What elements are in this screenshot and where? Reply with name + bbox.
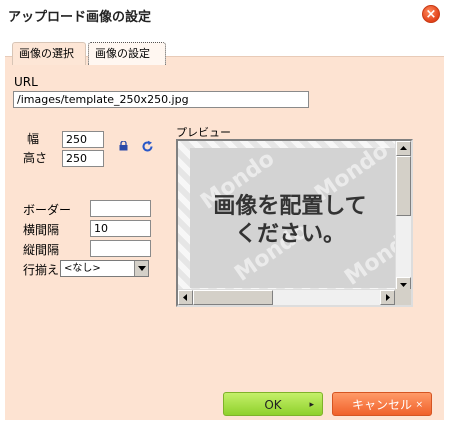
chevron-down-icon[interactable] xyxy=(134,261,148,276)
align-label: 行揃え xyxy=(23,263,60,277)
lock-icon[interactable] xyxy=(119,141,128,151)
placeholder-text: 画像を配置して ください。 xyxy=(178,193,402,249)
cancel-button-label: キャンセル xyxy=(351,398,412,412)
image-preview: Mondo Mondo Mondo Mondo 画像を配置して ください。 xyxy=(176,139,413,307)
vspace-label: 縦間隔 xyxy=(23,243,60,257)
close-icon[interactable]: × xyxy=(422,5,440,23)
scroll-corner xyxy=(395,289,411,305)
close-small-icon: × xyxy=(415,400,423,410)
url-input[interactable] xyxy=(13,91,309,108)
hspace-input[interactable] xyxy=(90,220,151,237)
horizontal-scroll-thumb[interactable] xyxy=(193,290,273,305)
border-label: ボーダー xyxy=(23,203,72,217)
align-select[interactable]: <なし> xyxy=(60,260,149,277)
vertical-scrollbar[interactable] xyxy=(395,141,411,292)
ok-button[interactable]: OK ▸ xyxy=(223,392,323,416)
scroll-left-button[interactable] xyxy=(178,290,193,305)
tab-image-select[interactable]: 画像の選択 xyxy=(12,42,86,65)
tab-image-settings[interactable]: 画像の設定 xyxy=(88,42,166,65)
ok-button-label: OK xyxy=(264,398,282,412)
border-input[interactable] xyxy=(90,200,151,217)
dialog-titlebar: アップロード画像の設定 × xyxy=(0,0,450,30)
width-input[interactable] xyxy=(62,131,104,148)
refresh-icon[interactable] xyxy=(141,140,154,153)
placeholder-line-1: 画像を配置して xyxy=(213,194,367,219)
cancel-button[interactable]: キャンセル × xyxy=(332,392,432,416)
dialog-title: アップロード画像の設定 xyxy=(8,10,152,25)
align-selected-value: <なし> xyxy=(64,263,101,274)
chevron-right-icon: ▸ xyxy=(309,400,314,410)
height-label: 高さ xyxy=(23,151,48,165)
vertical-scroll-thumb[interactable] xyxy=(396,156,411,216)
scroll-up-button[interactable] xyxy=(396,141,411,156)
arrow-right-icon xyxy=(386,294,390,301)
url-label: URL xyxy=(14,75,38,89)
width-label: 幅 xyxy=(27,132,40,146)
arrow-up-icon xyxy=(400,146,407,150)
arrow-left-icon xyxy=(183,294,187,301)
dialog-footer: OK ▸ キャンセル × xyxy=(5,386,444,420)
scroll-right-button[interactable] xyxy=(380,290,395,305)
vspace-input[interactable] xyxy=(90,240,151,257)
placeholder-line-2: ください。 xyxy=(234,222,345,247)
horizontal-scrollbar[interactable] xyxy=(178,289,411,305)
height-input[interactable] xyxy=(62,150,104,167)
preview-label: プレビュー xyxy=(176,126,231,139)
hspace-label: 横間隔 xyxy=(23,223,60,237)
